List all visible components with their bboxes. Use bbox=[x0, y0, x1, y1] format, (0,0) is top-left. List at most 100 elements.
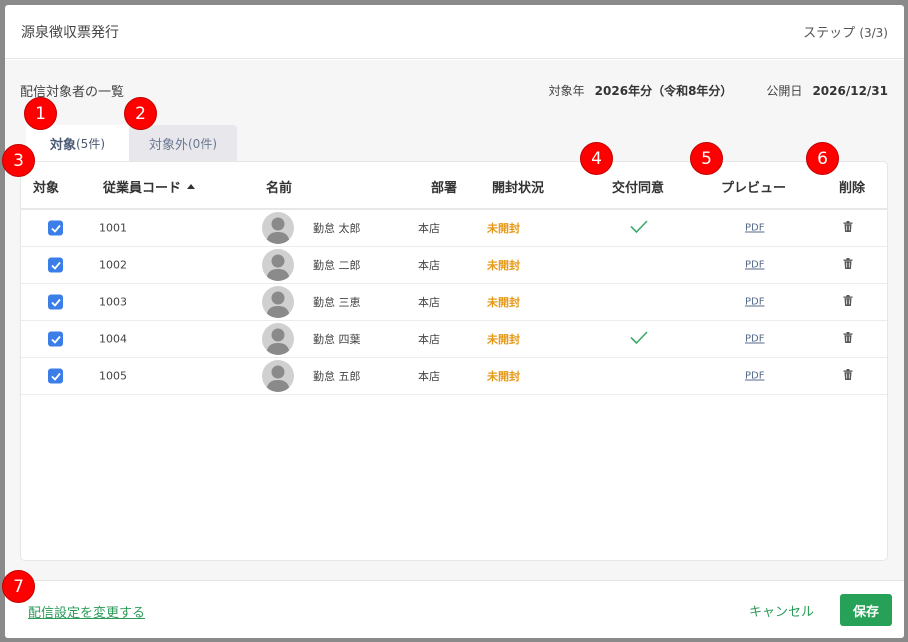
user-icon bbox=[266, 365, 290, 392]
employee-name: 勤怠 太郎 bbox=[313, 222, 361, 235]
marker-7: 7 bbox=[2, 570, 35, 603]
header-department: 部署 bbox=[431, 181, 458, 196]
dialog-footer: 配信設定を変更する キャンセル 保存 bbox=[5, 580, 904, 638]
header-name: 名前 bbox=[266, 181, 293, 196]
publish-date-label: 公開日 bbox=[766, 84, 803, 98]
employee-code: 1005 bbox=[99, 369, 127, 383]
avatar bbox=[262, 212, 294, 244]
department: 本店 bbox=[418, 333, 440, 346]
target-year-label: 対象年 bbox=[548, 84, 585, 98]
trash-icon[interactable] bbox=[843, 332, 853, 346]
tab-target[interactable]: 対象 (5件) bbox=[26, 125, 129, 161]
dialog-header: 源泉徴収票発行 ステップ (3/3) bbox=[5, 5, 904, 59]
tab-bar: 対象 (5件) 対象外 (0件) bbox=[26, 125, 237, 161]
table-row: 1004 勤怠 四葉 本店 未開封 PDF bbox=[21, 321, 887, 358]
save-button[interactable]: 保存 bbox=[840, 594, 892, 626]
dialog-title: 源泉徴収票発行 bbox=[21, 24, 119, 41]
employee-code: 1004 bbox=[99, 332, 127, 346]
user-icon bbox=[266, 328, 290, 355]
avatar bbox=[262, 323, 294, 355]
table-row: 1002 勤怠 二郎 本店 未開封 PDF bbox=[21, 247, 887, 284]
consent-check-icon bbox=[630, 220, 648, 237]
marker-6: 6 bbox=[806, 142, 839, 175]
marker-5: 5 bbox=[690, 142, 723, 175]
target-year-value: 2026年分（令和8年分） bbox=[594, 84, 733, 98]
list-meta: 対象年 2026年分（令和8年分） 公開日 2026/12/31 bbox=[549, 81, 888, 100]
check-icon bbox=[48, 257, 63, 273]
employee-name: 勤怠 五郎 bbox=[313, 370, 361, 383]
user-icon bbox=[266, 254, 290, 281]
marker-4: 4 bbox=[580, 142, 613, 175]
sort-ascending-icon bbox=[187, 184, 196, 189]
row-checkbox[interactable] bbox=[48, 294, 63, 310]
marker-3: 3 bbox=[2, 144, 35, 177]
pdf-preview-link[interactable]: PDF bbox=[745, 297, 764, 308]
user-icon bbox=[266, 217, 290, 244]
tab-target-label: 対象 bbox=[49, 137, 76, 153]
tab-excluded[interactable]: 対象外 (0件) bbox=[129, 125, 237, 161]
row-checkbox[interactable] bbox=[48, 368, 63, 384]
employee-table: 対象 従業員コード 名前 部署 開封状況 交付同意 プレビュー 削除 1001 勤… bbox=[20, 161, 888, 561]
table-row: 1003 勤怠 三恵 本店 未開封 PDF bbox=[21, 284, 887, 321]
table-body: 1001 勤怠 太郎 本店 未開封 PDF 1002 勤怠 二郎 本店 未開封 PDF 1003 勤怠… bbox=[21, 210, 887, 395]
pdf-preview-link[interactable]: PDF bbox=[745, 334, 764, 345]
marker-1: 1 bbox=[24, 97, 57, 130]
department: 本店 bbox=[418, 296, 440, 309]
header-consent: 交付同意 bbox=[612, 181, 665, 196]
consent-check-icon bbox=[630, 331, 648, 348]
header-code[interactable]: 従業員コード bbox=[103, 177, 196, 196]
header-open-status: 開封状況 bbox=[492, 181, 545, 196]
employee-name: 勤怠 四葉 bbox=[313, 333, 361, 346]
tab-excluded-count: (0件) bbox=[188, 136, 217, 151]
list-header: 配信対象者の一覧 対象年 2026年分（令和8年分） 公開日 2026/12/3… bbox=[20, 81, 888, 101]
employee-code: 1001 bbox=[99, 221, 127, 235]
tab-target-count: (5件) bbox=[76, 136, 105, 151]
department: 本店 bbox=[418, 370, 440, 383]
open-status: 未開封 bbox=[487, 333, 520, 346]
tab-excluded-label: 対象外 bbox=[148, 137, 188, 153]
table-header: 対象 従業員コード 名前 部署 開封状況 交付同意 プレビュー 削除 bbox=[21, 162, 887, 210]
table-row: 1001 勤怠 太郎 本店 未開封 PDF bbox=[21, 210, 887, 247]
department: 本店 bbox=[418, 259, 440, 272]
employee-name: 勤怠 二郎 bbox=[313, 259, 361, 272]
user-icon bbox=[266, 291, 290, 318]
avatar bbox=[262, 286, 294, 318]
header-target: 対象 bbox=[33, 181, 60, 196]
pdf-preview-link[interactable]: PDF bbox=[745, 260, 764, 271]
avatar bbox=[262, 360, 294, 392]
open-status: 未開封 bbox=[487, 370, 520, 383]
trash-icon[interactable] bbox=[843, 369, 853, 383]
department: 本店 bbox=[418, 222, 440, 235]
check-icon bbox=[48, 294, 63, 310]
employee-name: 勤怠 三恵 bbox=[313, 296, 361, 309]
trash-icon[interactable] bbox=[843, 258, 853, 272]
open-status: 未開封 bbox=[487, 222, 520, 235]
row-checkbox[interactable] bbox=[48, 331, 63, 347]
publish-date-value: 2026/12/31 bbox=[812, 83, 888, 98]
row-checkbox[interactable] bbox=[48, 220, 63, 236]
employee-code: 1003 bbox=[99, 295, 127, 309]
table-row: 1005 勤怠 五郎 本店 未開封 PDF bbox=[21, 358, 887, 395]
trash-icon[interactable] bbox=[843, 295, 853, 309]
step-label: ステップ bbox=[803, 26, 856, 41]
dialog-body: 配信対象者の一覧 対象年 2026年分（令和8年分） 公開日 2026/12/3… bbox=[5, 60, 904, 580]
trash-icon[interactable] bbox=[843, 221, 853, 235]
marker-2: 2 bbox=[124, 97, 157, 130]
open-status: 未開封 bbox=[487, 296, 520, 309]
step-indicator: ステップ (3/3) bbox=[803, 22, 888, 41]
check-icon bbox=[48, 220, 63, 236]
check-icon bbox=[48, 331, 63, 347]
header-delete: 削除 bbox=[839, 181, 866, 196]
employee-code: 1002 bbox=[99, 258, 127, 272]
open-status: 未開封 bbox=[487, 259, 520, 272]
header-code-label: 従業員コード bbox=[103, 181, 182, 196]
check-icon bbox=[48, 368, 63, 384]
change-settings-link[interactable]: 配信設定を変更する bbox=[28, 602, 145, 621]
pdf-preview-link[interactable]: PDF bbox=[745, 223, 764, 234]
pdf-preview-link[interactable]: PDF bbox=[745, 371, 764, 382]
cancel-button[interactable]: キャンセル bbox=[749, 601, 814, 620]
step-count: (3/3) bbox=[859, 26, 888, 40]
row-checkbox[interactable] bbox=[48, 257, 63, 273]
avatar bbox=[262, 249, 294, 281]
header-preview: プレビュー bbox=[721, 181, 787, 196]
